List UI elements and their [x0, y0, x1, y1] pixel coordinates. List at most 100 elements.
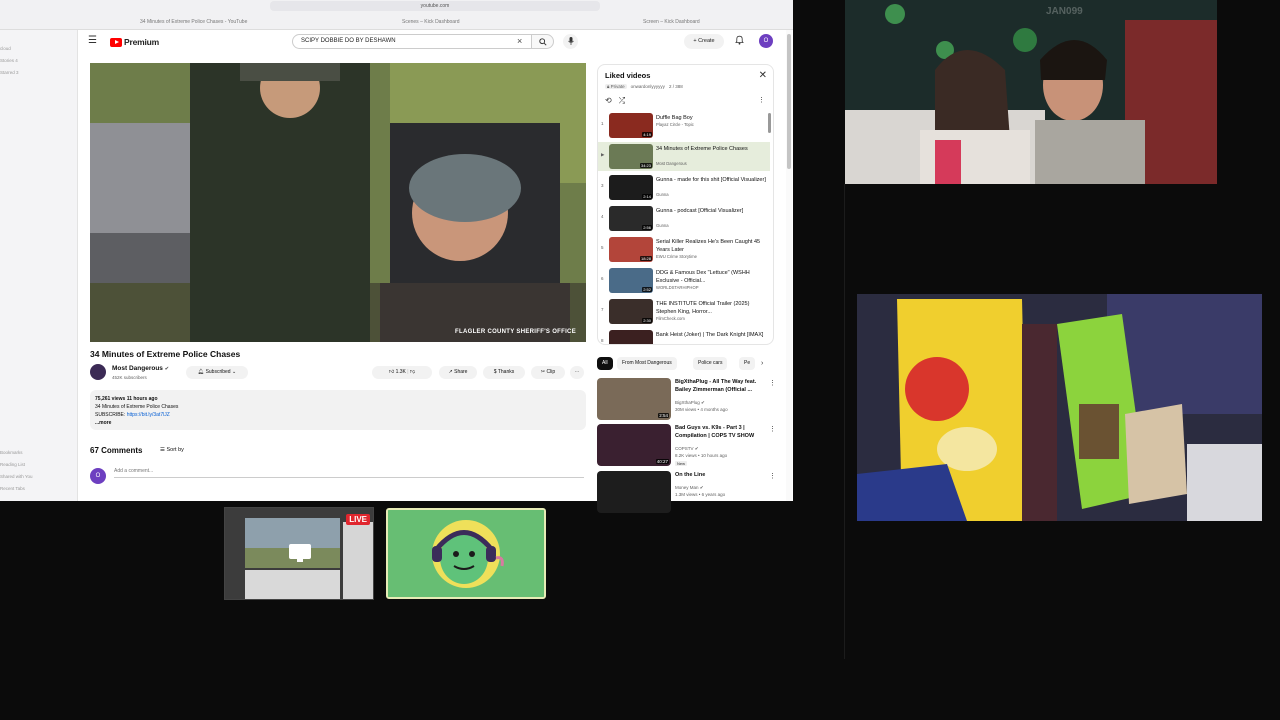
playlist-item-title: THE INSTITUTE Official Trailer (2025) St… — [656, 301, 750, 315]
like-dislike-group: 👍︎ 1.3K | 👎︎ — [372, 366, 432, 379]
tab-screen[interactable]: Screen – Kick Dashboard — [643, 16, 700, 28]
sidebar-item-reading-list[interactable]: Reading List — [0, 462, 25, 467]
playlist-item-title: Bank Heist (Joker) | The Dark Knight [IM… — [656, 332, 764, 338]
playlist-more-icon[interactable]: ⋮ — [758, 96, 765, 104]
recommended-title: BigXthaPlug - All The Way feat. Bailey Z… — [675, 379, 757, 393]
loop-icon[interactable]: ⟲ — [605, 96, 612, 106]
dislike-button[interactable]: 👎︎ — [410, 369, 415, 375]
privacy-label: Private — [610, 84, 625, 89]
cam-watermark: JAN099 — [1046, 6, 1083, 17]
tab-youtube[interactable]: 34 Minutes of Extreme Police Chases - Yo… — [140, 16, 247, 28]
clip-button[interactable]: ✂ Clip — [531, 366, 565, 379]
clear-search-icon[interactable]: × — [517, 35, 522, 47]
search-input[interactable]: SCIPY DOBBIE DO BY DESHAWN — [292, 34, 532, 49]
recommended-stats: 8.2K views • 10 hours ago — [675, 453, 728, 458]
chip-police-cars[interactable]: Police cars — [693, 357, 728, 370]
playlist-controls: ⟲ ⤮ — [605, 96, 625, 106]
recommended-video[interactable]: 2:54 BigXthaPlug - All The Way feat. Bail… — [597, 378, 777, 422]
more-actions-button[interactable]: ⋯ — [570, 366, 584, 379]
hamburger-menu-icon[interactable]: ☰ — [88, 36, 98, 46]
bell-icon: 🔔︎ — [197, 369, 206, 375]
playlist-item[interactable]: 8 Bank Heist (Joker) | The Dark Knight [I… — [598, 328, 770, 344]
sidebar-item-stories[interactable]: Stories 4 — [0, 58, 18, 63]
sidebar-item-bookmarks[interactable]: Bookmarks — [0, 450, 23, 455]
new-badge: New — [675, 461, 688, 466]
chip-from-most-dangerous[interactable]: From Most Dangerous — [617, 357, 677, 370]
filter-chips: All From Most Dangerous Police cars Pe — [597, 357, 772, 370]
playlist-item-title: Duffle Bag Boy — [656, 115, 693, 121]
playlist-item-index: 5 — [601, 245, 604, 250]
chevron-right-icon[interactable]: › — [761, 357, 763, 370]
recommended-video[interactable]: 40:27 Bad Guys vs. K9s - Part 3 | Compila… — [597, 424, 777, 468]
playlist-item-thumbnail: 2:56 — [609, 206, 653, 231]
voice-search-button[interactable] — [563, 34, 578, 49]
thumbs-down-icon: 👎︎ — [409, 369, 416, 375]
playlist-item-title: DDG & Famous Dex "Lettuce" (WSHH Exclusi… — [656, 270, 750, 284]
more-options-icon[interactable]: ⋮ — [769, 425, 776, 433]
playlist-item[interactable]: 1 4:19 Duffle Bag Boy Playaz Circle - Topic — [598, 111, 770, 140]
playlist-item[interactable]: 4 2:56 Gunna - podcast [Official Visualize… — [598, 204, 770, 233]
shuffle-icon[interactable]: ⤮ — [619, 96, 625, 106]
share-button[interactable]: ↗ Share — [439, 366, 477, 379]
playlist-item[interactable]: 6 2:52 DDG & Famous Dex "Lettuce" (WSHH Ex… — [598, 266, 770, 295]
playlist-owner[interactable]: onwardonlyyyyyy — [631, 84, 665, 89]
sidebar-item-cloud[interactable]: cloud — [0, 46, 11, 51]
channel-avatar[interactable] — [90, 364, 106, 380]
tab-label: 34 Minutes of Extreme Police Chases - Yo… — [140, 19, 248, 25]
close-playlist-icon[interactable]: ✕ — [759, 71, 767, 81]
sidebar-item-recent-tabs[interactable]: Recent Tabs — [0, 486, 25, 491]
subscribe-link[interactable]: https://bit.ly/3at7lJZ — [127, 412, 170, 418]
more-icon: ⋯ — [574, 369, 580, 375]
playlist-title[interactable]: Liked videos — [605, 71, 650, 80]
webcam-streamers: JAN099 — [845, 0, 1217, 184]
playlist-item-index: 6 — [601, 276, 604, 281]
screen-share-thumbnail[interactable]: LIVE — [224, 507, 374, 600]
channel-name[interactable]: Most Dangerous ✔ — [112, 365, 169, 372]
tab-bar: youtube.com 34 Minutes of Extreme Police… — [0, 0, 793, 30]
subscribed-button[interactable]: 🔔︎ Subscribed ⌄ — [186, 366, 248, 379]
webcam-snacks — [857, 294, 1262, 521]
recommended-thumbnail: 2:54 — [597, 378, 671, 420]
tab-scenes[interactable]: Scenes – Kick Dashboard — [402, 16, 460, 28]
recommended-stats: 30M views • 4 months ago — [675, 407, 728, 412]
comment-input[interactable]: Add a comment... — [114, 468, 584, 478]
avatar-thumbnail[interactable] — [386, 508, 546, 599]
playlist-item-duration: 2:52 — [642, 287, 652, 292]
playlist-item-duration: 2:14 — [642, 194, 652, 199]
video-player[interactable]: FLAGLER COUNTY SHERIFF'S OFFICE — [90, 63, 586, 342]
mascot-avatar-icon — [388, 510, 544, 597]
snack-cam-frame — [857, 294, 1262, 521]
playlist-item-thumbnail: 2:52 — [609, 268, 653, 293]
logo-text: Premium — [124, 37, 159, 47]
video-description[interactable]: 75,261 views 11 hours ago 34 Minutes of … — [90, 390, 586, 430]
playlist-item[interactable]: 3 2:14 Gunna - made for this shit [Officia… — [598, 173, 770, 202]
scrollbar-thumb[interactable] — [787, 34, 791, 169]
recommended-thumbnail: 40:27 — [597, 424, 671, 466]
chip-partial[interactable]: Pe — [739, 357, 756, 370]
thanks-label: Thanks — [497, 369, 515, 375]
notifications-bell-icon[interactable] — [735, 35, 744, 47]
chip-all[interactable]: All — [597, 357, 613, 370]
account-avatar[interactable]: O — [759, 34, 773, 48]
thanks-button[interactable]: $ Thanks — [483, 366, 525, 379]
playlist-item[interactable]: 7 2:30 THE INSTITUTE Official Trailer (202… — [598, 297, 770, 326]
playlist-item[interactable]: 5 18:28 Serial Killer Realizes He's Been C… — [598, 235, 770, 264]
recommended-video[interactable]: On the Line Money Man ✔ 1.3M views • 6 yea… — [597, 471, 777, 515]
create-button[interactable]: + Create — [684, 34, 724, 49]
like-button[interactable]: 👍︎ 1.3K — [389, 369, 406, 375]
playlist-item-channel: Playaz Circle - Topic — [656, 122, 694, 127]
playlist-item-thumbnail: 2:14 — [609, 175, 653, 200]
search-button[interactable] — [532, 34, 554, 49]
sidebar-item-shared[interactable]: Shared with You — [0, 474, 33, 479]
sort-comments-button[interactable]: ☰ Sort by — [160, 447, 184, 453]
youtube-logo[interactable]: Premium — [110, 37, 159, 47]
sidebar-item-starred[interactable]: Starred 3 — [0, 70, 19, 75]
more-options-icon[interactable]: ⋮ — [769, 379, 776, 387]
description-stats: 75,261 views 11 hours ago — [95, 396, 158, 402]
playlist-item[interactable]: ▶ 34:23 34 Minutes of Extreme Police Chase… — [598, 142, 770, 171]
address-bar[interactable]: youtube.com — [270, 1, 600, 11]
description-more[interactable]: ...more — [95, 419, 581, 427]
playlist-item-index: 7 — [601, 307, 604, 312]
more-options-icon[interactable]: ⋮ — [769, 472, 776, 480]
page-scrollbar[interactable] — [786, 30, 792, 501]
